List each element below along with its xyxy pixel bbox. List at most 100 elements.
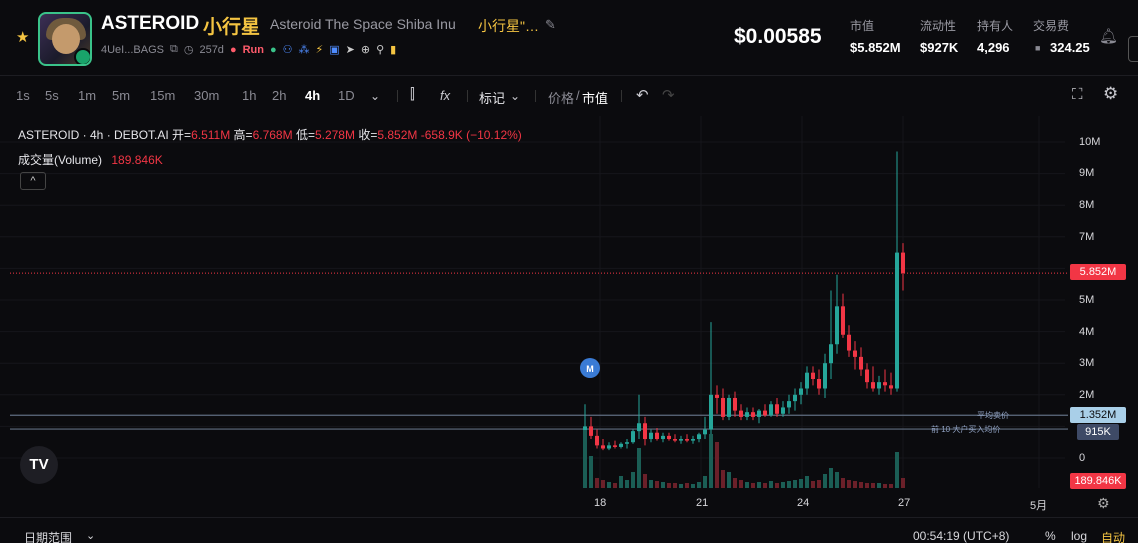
chart-toolbar: 1s 5s 1m 5m 15m 30m 1h 2h 4h 1D ⌄ ⫿ fx 标… (0, 77, 1138, 115)
chart-canvas[interactable]: M (0, 116, 1138, 516)
tf-4h[interactable]: 4h (305, 88, 320, 103)
tf-1d[interactable]: 1D (338, 88, 355, 103)
volume-bar (733, 478, 737, 488)
candle-body (877, 382, 881, 389)
volume-bar (901, 478, 905, 488)
candle-body (613, 445, 617, 447)
candle-body (727, 397, 731, 417)
tf-30m[interactable]: 30m (194, 88, 219, 103)
tradingview-logo[interactable]: TV (20, 446, 58, 484)
marks-dropdown[interactable]: 标记 (479, 88, 505, 107)
divider (535, 90, 536, 102)
edit-icon[interactable]: ✎ (545, 17, 556, 33)
log-toggle[interactable]: log (1071, 529, 1087, 543)
tf-2h[interactable]: 2h (272, 88, 286, 103)
chevron-down-icon[interactable]: ⌄ (370, 89, 380, 103)
search-icon[interactable]: ⚲ (376, 43, 384, 56)
volume-bar (757, 482, 761, 488)
side-panel-toggle[interactable] (1128, 36, 1138, 62)
volume-bar (895, 452, 899, 488)
bell-icon[interactable]: 🔔︎ (1099, 27, 1118, 45)
x-tick-label: 18 (594, 497, 607, 509)
candle-body (685, 439, 689, 441)
volume-bar (703, 476, 707, 488)
volume-bar (787, 481, 791, 488)
network-icon: ⁂ (298, 44, 310, 56)
percent-toggle[interactable]: % (1045, 529, 1056, 543)
candle-body (883, 382, 887, 386)
volume-bar (883, 484, 887, 488)
indicators-icon[interactable]: fx (440, 88, 450, 103)
candle-body (799, 388, 803, 395)
settings-gear-icon[interactable]: ⚙ (1103, 84, 1118, 104)
undo-icon[interactable]: ↶ (636, 86, 649, 104)
candle-type-icon[interactable]: ⫿ (410, 86, 415, 103)
token-meta-row: 4UeI...BAGS ⧉ ◷ 257d ● Run ● ⚇ ⁂ ⚡ ▣ ➤ ⊕… (101, 43, 396, 56)
top10-line-label: 前 10 大户买入均价 (931, 425, 1001, 434)
token-age: 257d (199, 43, 224, 56)
volume-bar (769, 481, 773, 488)
volume-bar (685, 483, 689, 488)
token-full-name-cn: 小行星"… (478, 18, 539, 34)
y-tick-label: 8M (1079, 199, 1095, 211)
auto-scale-toggle[interactable]: 自动 (1101, 529, 1125, 543)
timezone-clock[interactable]: 00:54:19 (UTC+8) (913, 529, 1009, 543)
divider (467, 90, 468, 102)
token-full-name: Asteroid The Space Shiba Inu (270, 16, 456, 32)
divider (397, 90, 398, 102)
volume-bar (811, 481, 815, 488)
price-toggle[interactable]: 价格 (548, 88, 574, 107)
volume-bar (805, 476, 809, 488)
candle-body (763, 410, 767, 416)
stat-fee-label: 交易费 (1033, 19, 1070, 33)
stat-liquidity-label: 流动性 (920, 19, 957, 33)
candle-body (751, 412, 755, 417)
candle-body (853, 350, 857, 357)
redo-icon[interactable]: ↷ (662, 86, 675, 104)
candle-body (823, 363, 827, 389)
candle-body (787, 401, 791, 408)
copy-icon[interactable]: ⧉ (170, 43, 178, 56)
money-bag-icon: ● (269, 43, 277, 56)
wallet-icon[interactable]: ▮ (390, 43, 396, 56)
tf-5s[interactable]: 5s (45, 88, 59, 103)
avg-sell-line-label: 平均卖价 (977, 411, 1009, 420)
tf-1s[interactable]: 1s (16, 88, 30, 103)
tf-5m[interactable]: 5m (112, 88, 130, 103)
volume-bar (775, 483, 779, 488)
tf-1m[interactable]: 1m (78, 88, 96, 103)
event-marker-label[interactable]: M (586, 364, 594, 374)
telegram-icon[interactable]: ➤ (346, 43, 355, 56)
chevron-down-icon[interactable]: ⌄ (86, 529, 95, 542)
date-range-button[interactable]: 日期范围 (24, 529, 72, 543)
tf-15m[interactable]: 15m (150, 88, 175, 103)
candle-body (697, 434, 701, 440)
mcap-toggle[interactable]: 市值 (582, 88, 608, 107)
website-icon[interactable]: ⊕ (361, 43, 370, 56)
legend-high-label: 高= (233, 128, 253, 142)
volume-bar (613, 483, 617, 488)
candle-body (667, 435, 671, 440)
axis-settings-icon[interactable]: ⚙ (1097, 495, 1110, 512)
stat-liquidity-value: $927K (920, 40, 959, 55)
price-chart[interactable]: M ASTEROID · 4h · DEBOT.AI 开=6.511M 高=6.… (0, 116, 1138, 516)
favorite-star-icon[interactable]: ★ (16, 28, 29, 46)
volume-bar (625, 480, 629, 488)
volume-bar (727, 472, 731, 488)
volume-bar (649, 480, 653, 488)
candle-body (841, 306, 845, 335)
stat-holders-label: 持有人 (977, 19, 1014, 33)
candle-body (595, 435, 599, 446)
tf-1h[interactable]: 1h (242, 88, 256, 103)
volume-label: 成交量(Volume) (18, 153, 103, 167)
volume-bar (871, 483, 875, 488)
volume-value: 189.846K (111, 153, 163, 167)
money-bag-badge-icon (74, 48, 90, 64)
collapse-legend-button[interactable]: ^ (20, 172, 46, 190)
chevron-down-icon[interactable]: ⌄ (510, 89, 520, 103)
volume-bar (619, 476, 623, 488)
volume-tag: 189.846K (1070, 473, 1126, 489)
candle-body (733, 397, 737, 411)
fullscreen-icon[interactable]: ⛶ (1072, 86, 1083, 103)
volume-bar (817, 480, 821, 488)
